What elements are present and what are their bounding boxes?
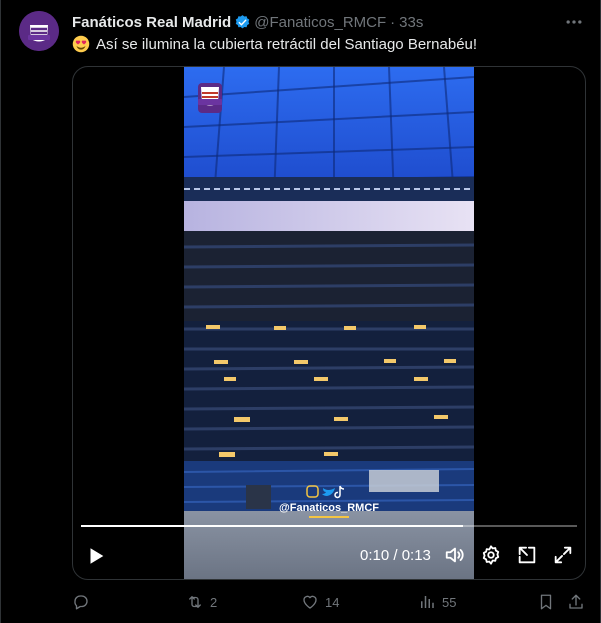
video-controls: 0:10 / 0:13	[73, 541, 585, 571]
heart-eyes-emoji-icon	[72, 35, 90, 53]
video-timecode: 0:10 / 0:13	[360, 547, 431, 564]
tweet-header: Fanáticos Real Madrid @Fanaticos_RMCF · …	[72, 12, 423, 32]
share-icon	[569, 594, 583, 609]
watermark-handle: @Fanaticos_RMCF	[279, 502, 379, 514]
views-count: 55	[442, 594, 457, 610]
bookmark-icon	[540, 594, 552, 610]
separator-dot: ·	[390, 13, 396, 31]
views-chart-icon	[421, 596, 434, 608]
retweet-button[interactable]: 2	[186, 590, 217, 614]
tweet-time[interactable]: 33s	[399, 14, 423, 31]
progress-bar[interactable]	[81, 525, 577, 527]
video-player[interactable]: @Fanaticos_RMCF 0:10 / 0:13	[72, 66, 586, 580]
author-handle[interactable]: @Fanaticos_RMCF	[254, 14, 386, 31]
heart-icon	[303, 595, 317, 609]
author-name[interactable]: Fanáticos Real Madrid	[72, 14, 231, 31]
reply-icon	[74, 595, 88, 610]
volume-icon[interactable]	[444, 544, 466, 566]
tweet-card[interactable]: Fanáticos Real Madrid @Fanaticos_RMCF · …	[0, 0, 601, 623]
views-button[interactable]: 55	[418, 590, 456, 614]
fullscreen-icon[interactable]	[552, 544, 574, 566]
picture-in-picture-icon[interactable]	[516, 544, 538, 566]
retweet-count: 2	[210, 594, 218, 610]
progress-fill	[81, 525, 463, 527]
tweet-text: Así se ilumina la cubierta retráctil del…	[72, 35, 477, 53]
more-options-icon[interactable]	[564, 12, 584, 32]
like-button[interactable]: 14	[301, 590, 339, 614]
settings-gear-icon[interactable]	[480, 544, 502, 566]
play-icon[interactable]	[85, 545, 107, 567]
share-button[interactable]	[567, 590, 591, 614]
like-count: 14	[325, 594, 340, 610]
reply-button[interactable]	[72, 590, 96, 614]
verified-badge-icon[interactable]	[234, 14, 251, 31]
tweet-text-content: Así se ilumina la cubierta retráctil del…	[96, 35, 478, 53]
tweet-actions: 2 14 55	[72, 590, 586, 614]
video-frame[interactable]: @Fanaticos_RMCF	[184, 67, 474, 579]
bookmark-button[interactable]	[537, 590, 561, 614]
retweet-icon	[189, 596, 201, 608]
author-avatar[interactable]	[19, 11, 59, 51]
